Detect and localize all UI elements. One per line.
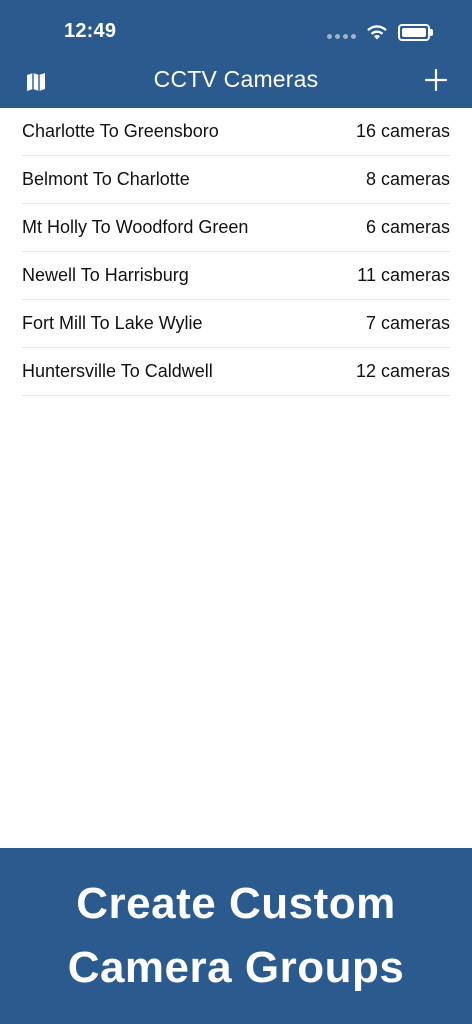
group-name: Mt Holly To Woodford Green	[22, 217, 249, 237]
status-time: 12:49	[64, 20, 117, 42]
list-item[interactable]: Fort Mill To Lake Wylie 7 cameras	[22, 300, 450, 348]
page-title: CCTV Cameras	[153, 66, 319, 92]
cellular-signal-icon	[327, 33, 356, 39]
camera-count: 7 cameras	[365, 313, 450, 333]
plus-icon	[425, 69, 447, 91]
navigation-header: 12:49 CCTV Cameras	[0, 0, 472, 108]
list-item[interactable]: Huntersville To Caldwell 12 cameras	[22, 348, 450, 396]
group-name: Fort Mill To Lake Wylie	[22, 313, 203, 333]
status-icons	[327, 22, 433, 42]
camera-count: 6 cameras	[365, 217, 450, 237]
add-group-button[interactable]	[420, 64, 452, 96]
camera-group-list: Charlotte To Greensboro 16 cameras Belmo…	[22, 108, 450, 396]
camera-count: 12 cameras	[355, 361, 450, 381]
battery-icon	[398, 23, 433, 41]
list-item[interactable]: Belmont To Charlotte 8 cameras	[22, 156, 450, 204]
camera-count: 16 cameras	[355, 121, 450, 141]
wifi-icon	[367, 25, 387, 40]
group-name: Charlotte To Greensboro	[22, 121, 219, 141]
list-item[interactable]: Newell To Harrisburg 11 cameras	[22, 252, 450, 300]
camera-count: 11 cameras	[357, 265, 450, 285]
promo-headline-line-1: Create Custom	[76, 879, 396, 928]
promo-headline-line-2: Camera Groups	[67, 943, 405, 992]
camera-count: 8 cameras	[365, 169, 450, 189]
promo-banner: Create Custom Camera Groups	[0, 848, 472, 1024]
list-item[interactable]: Charlotte To Greensboro 16 cameras	[22, 108, 450, 156]
group-name: Newell To Harrisburg	[22, 265, 189, 285]
group-name: Huntersville To Caldwell	[22, 361, 213, 381]
list-item[interactable]: Mt Holly To Woodford Green 6 cameras	[22, 204, 450, 252]
group-name: Belmont To Charlotte	[22, 169, 190, 189]
